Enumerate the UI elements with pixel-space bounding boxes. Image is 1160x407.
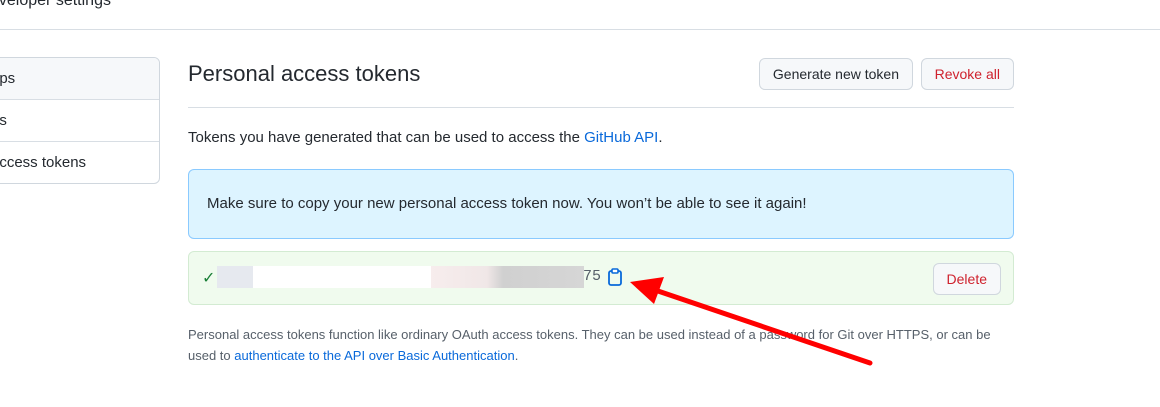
sidebar-item-github-apps[interactable]: ps <box>0 100 159 142</box>
check-icon: ✓ <box>202 270 216 287</box>
page-title: Personal access tokens <box>188 61 421 86</box>
github-api-link[interactable]: GitHub API <box>584 129 658 146</box>
sidebar-item-personal-access-tokens[interactable]: access tokens <box>0 142 159 183</box>
sidebar-item-label: ps <box>0 112 7 129</box>
new-token-row: ✓ 75 Delete <box>188 251 1014 305</box>
footer-note: Personal access tokens function like ord… <box>188 324 1014 366</box>
token-redaction <box>217 266 584 288</box>
footer-text-end: . <box>514 348 519 363</box>
intro-text-body: Tokens you have generated that can be us… <box>188 129 585 146</box>
basic-auth-link[interactable]: authenticate to the API over Basic Authe… <box>234 348 514 363</box>
top-header: eveloper settings <box>0 0 1160 30</box>
header-title: eveloper settings <box>0 0 111 9</box>
sidebar-item-label: access tokens <box>0 154 87 171</box>
sidebar-item-oauth-apps[interactable]: ops <box>0 58 159 100</box>
revoke-all-button[interactable]: Revoke all <box>920 58 1014 90</box>
token-value-suffix: 75 <box>583 268 602 285</box>
section-header: Personal access tokens Generate new toke… <box>188 58 1014 108</box>
delete-token-button[interactable]: Delete <box>932 263 1001 295</box>
intro-text: Tokens you have generated that can be us… <box>188 128 1014 148</box>
sidebar-nav: ops ps access tokens <box>0 57 160 184</box>
page: eveloper settings ops ps access tokens P… <box>0 0 1160 407</box>
clipboard-icon[interactable] <box>607 268 623 286</box>
flash-message: Make sure to copy your new personal acce… <box>207 195 807 212</box>
sidebar-item-label: ops <box>0 70 16 87</box>
main-content: Personal access tokens Generate new toke… <box>188 58 1014 366</box>
intro-text-end: . <box>658 129 663 146</box>
copy-warning-flash: Make sure to copy your new personal acce… <box>188 169 1014 239</box>
generate-token-button[interactable]: Generate new token <box>758 58 913 90</box>
